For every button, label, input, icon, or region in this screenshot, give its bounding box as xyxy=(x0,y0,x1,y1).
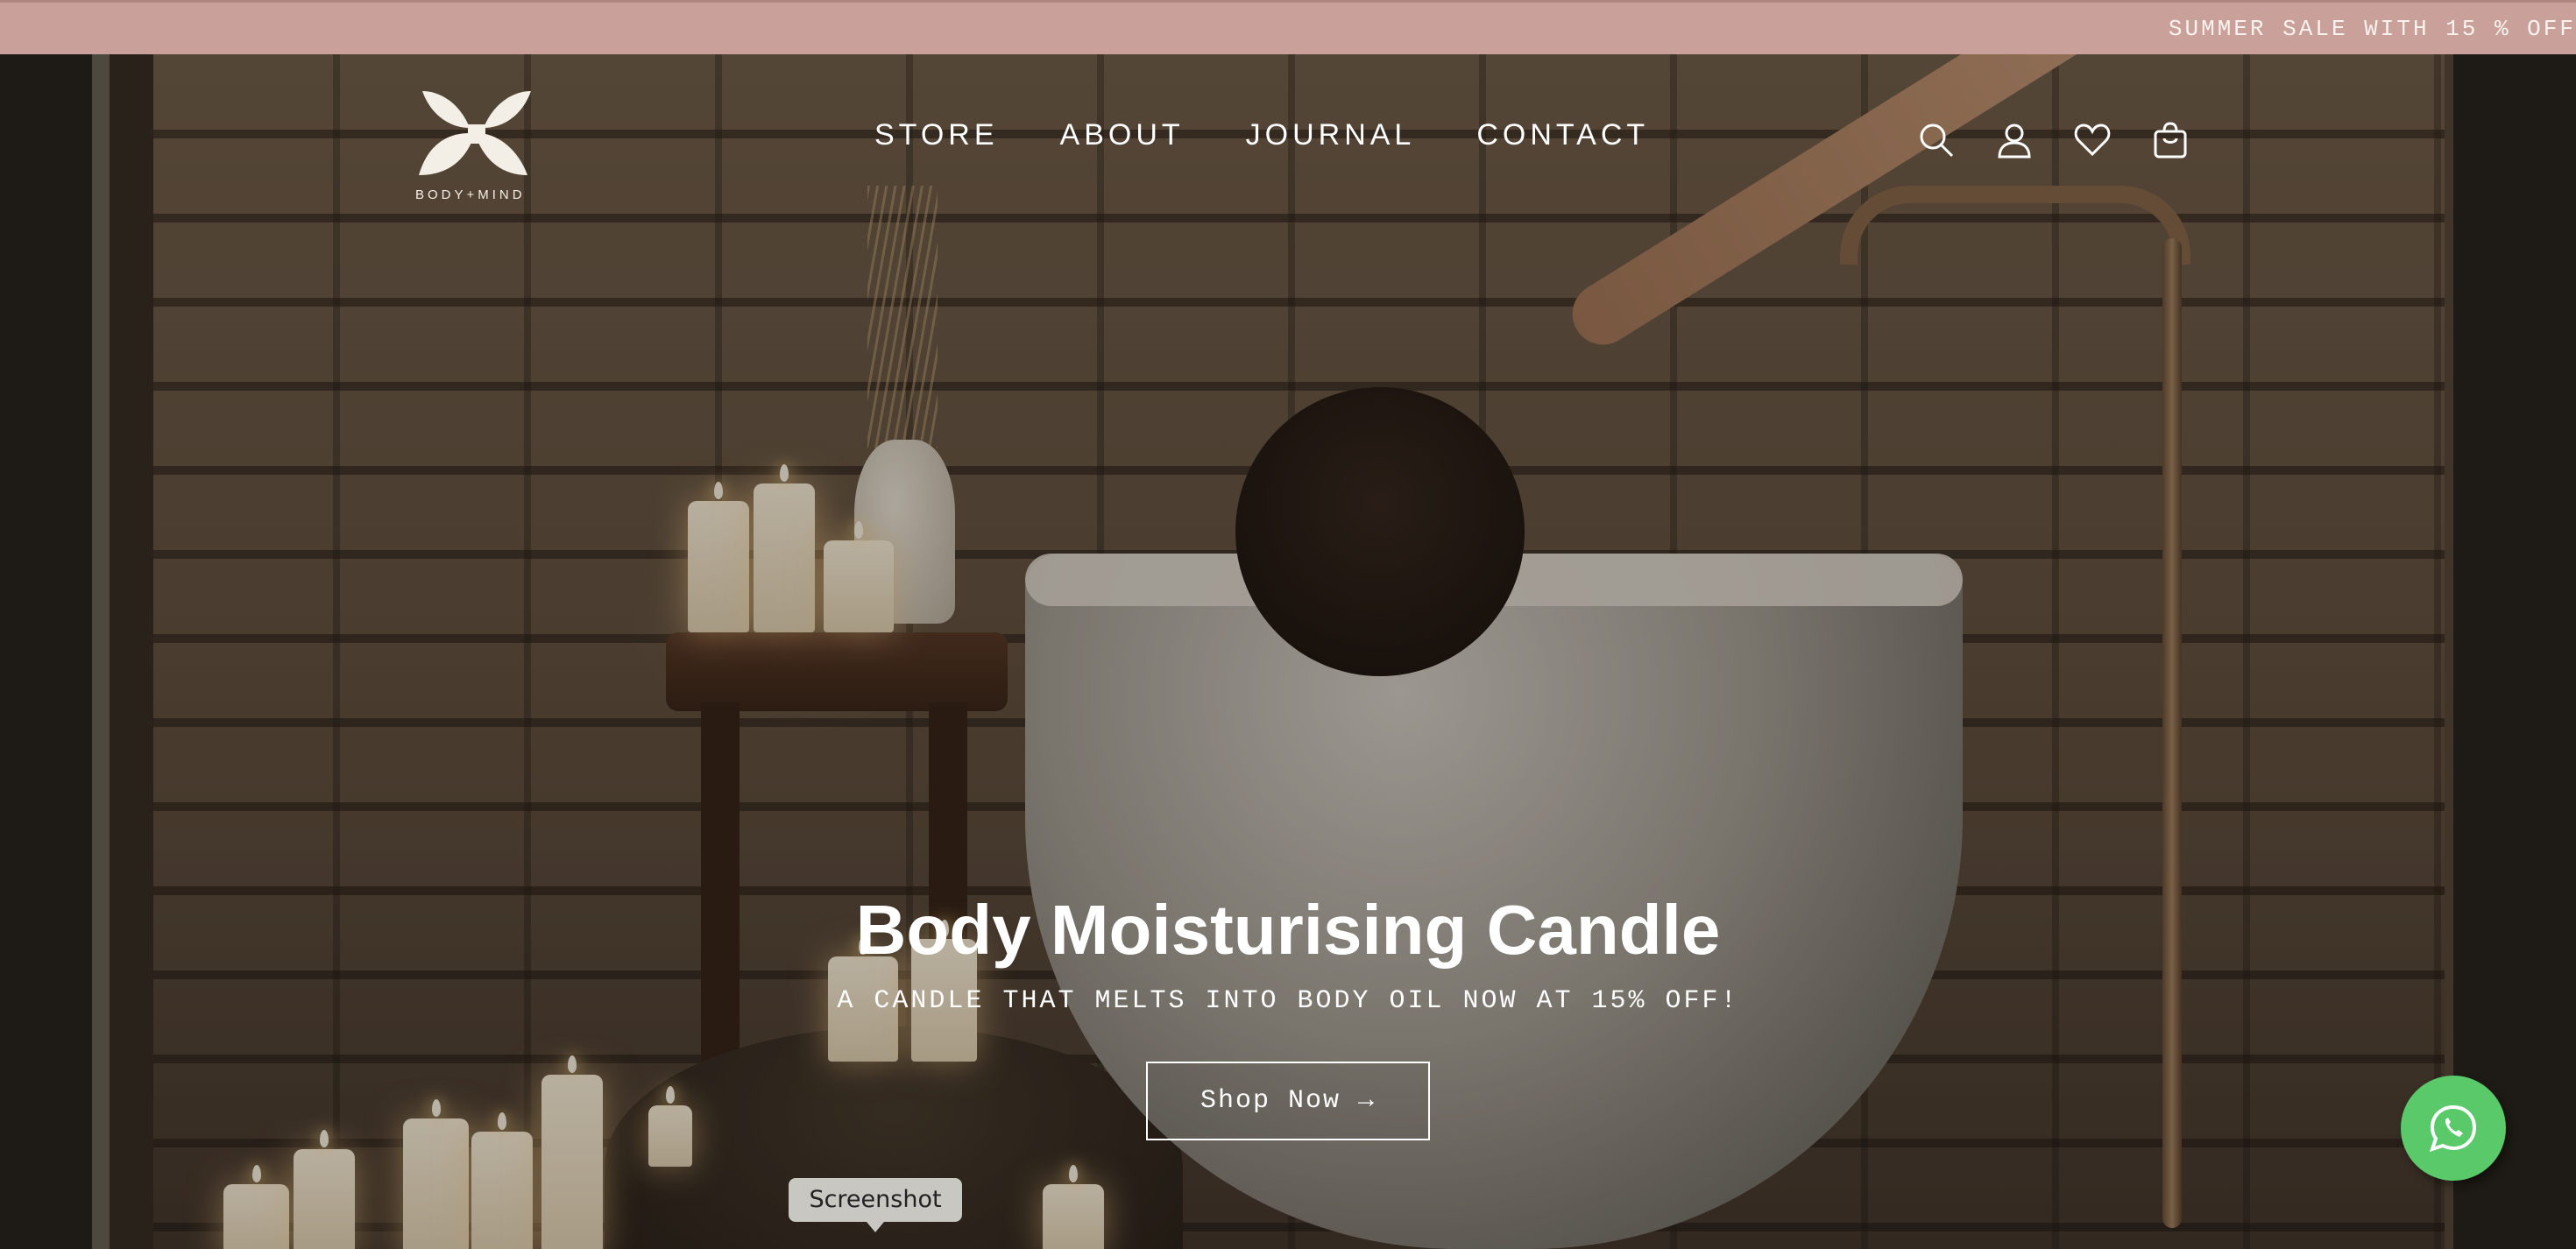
account-icon xyxy=(1998,123,2031,159)
hero-title: Body Moisturising Candle xyxy=(855,891,1721,969)
nav-journal[interactable]: JOURNAL xyxy=(1246,118,1416,152)
screenshot-tooltip: Screenshot xyxy=(789,1178,962,1232)
search-button[interactable] xyxy=(1912,116,1961,165)
nav-about[interactable]: ABOUT xyxy=(1060,118,1185,152)
brand-logo[interactable]: BODY+MIND xyxy=(415,89,547,202)
shop-now-button[interactable]: Shop Now → xyxy=(1146,1062,1430,1140)
search-icon xyxy=(1920,123,1954,158)
account-button[interactable] xyxy=(1990,116,2039,165)
cart-icon xyxy=(2154,122,2187,159)
logo-mark-icon xyxy=(419,91,531,175)
whatsapp-icon xyxy=(2429,1104,2477,1153)
hero-content: Body Moisturising Candle A CANDLE THAT M… xyxy=(0,886,2576,1140)
whatsapp-chat-button[interactable] xyxy=(2401,1076,2506,1181)
logo-text: BODY+MIND xyxy=(415,187,526,202)
wishlist-button[interactable] xyxy=(2068,116,2117,165)
header-icons xyxy=(1912,116,2224,165)
announcement-bar: SUMMER SALE WITH 15 % OFF xyxy=(0,0,2576,54)
site-header: BODY+MIND STORE ABOUT JOURNAL CONTACT xyxy=(0,54,2576,229)
announcement-text: SUMMER SALE WITH 15 % OFF xyxy=(2168,16,2576,42)
wishlist-heart-icon xyxy=(2074,123,2111,157)
nav-contact[interactable]: CONTACT xyxy=(1476,118,1649,152)
nav-store[interactable]: STORE xyxy=(874,118,999,152)
main-nav: STORE ABOUT JOURNAL CONTACT xyxy=(874,118,1710,152)
cart-button[interactable] xyxy=(2146,116,2195,165)
hero-subtitle: A CANDLE THAT MELTS INTO BODY OIL NOW AT… xyxy=(837,986,1739,1016)
